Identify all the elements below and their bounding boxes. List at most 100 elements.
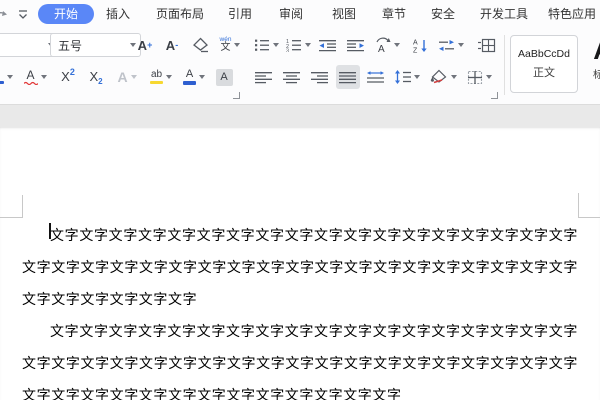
sort-button[interactable]: A Z <box>408 33 432 57</box>
chevron-down-icon <box>199 75 205 79</box>
paragraph[interactable]: 文字文字文字文字文字文字文字文字文字文字文字文字文字文字文字文字文字文字文字文字… <box>22 315 578 400</box>
plus-mark: + <box>147 39 153 50</box>
grow-font-icon: A <box>137 37 148 53</box>
margin-mark-right-horizontal <box>578 217 600 218</box>
chevron-down-icon <box>450 75 457 79</box>
decrease-indent-button[interactable] <box>316 33 340 57</box>
redo-icon[interactable] <box>0 8 11 22</box>
distribute-button[interactable] <box>364 65 388 89</box>
underline-button-partial[interactable] <box>0 65 14 89</box>
paragraph-group-dialog-launcher[interactable] <box>491 92 498 99</box>
chevron-down-icon <box>166 75 172 79</box>
increase-indent-button[interactable] <box>344 33 368 57</box>
chevron-down-icon <box>393 43 400 47</box>
chevron-down-icon <box>485 75 492 79</box>
customize-toolbar-icon[interactable] <box>17 9 29 21</box>
line-spacing-button[interactable] <box>392 65 422 89</box>
ribbon: 开始 插入 页面布局 引用 审阅 视图 章节 安全 开发工具 特色应用 五号 A… <box>0 0 600 105</box>
chevron-down-icon <box>458 43 464 47</box>
group-separator <box>504 35 505 95</box>
character-shading-button[interactable]: A <box>212 65 236 89</box>
line-spacing-icon <box>395 70 411 84</box>
shrink-font-icon: A <box>165 37 176 53</box>
sort-az-icon: A Z <box>413 39 427 53</box>
superscript-button[interactable]: X2 <box>56 65 80 89</box>
decrease-font-size-button[interactable]: A- <box>160 33 184 57</box>
chevron-down-icon <box>130 75 137 79</box>
chevron-down-icon <box>272 43 279 47</box>
font-color-icon: A <box>183 69 196 85</box>
tab-review[interactable]: 审阅 <box>277 5 305 23</box>
tab-references[interactable]: 引用 <box>226 5 254 23</box>
chevron-down-icon <box>414 75 420 79</box>
align-left-button[interactable] <box>252 65 276 89</box>
minus-mark: - <box>175 39 179 50</box>
highlight-color-button[interactable]: ab <box>146 65 176 89</box>
font-color-bar <box>183 81 196 85</box>
margin-mark-left-vertical <box>22 195 23 218</box>
justify-button[interactable] <box>336 65 360 89</box>
underline-icon <box>0 80 4 84</box>
workspace-background <box>0 105 600 127</box>
align-center-button[interactable] <box>280 65 304 89</box>
paragraph-layout-icon <box>478 38 496 52</box>
tab-section[interactable]: 章节 <box>380 5 408 23</box>
font-color-button[interactable]: A <box>179 65 209 89</box>
increase-font-size-button[interactable]: A + <box>133 33 157 57</box>
document-text-area[interactable]: 文字文字文字文字文字文字文字文字文字文字文字文字文字文字文字文字文字文字文字文字… <box>22 219 578 400</box>
margin-mark-left-horizontal <box>0 217 23 218</box>
increase-indent-icon <box>347 39 364 51</box>
svg-text:3: 3 <box>286 49 289 53</box>
style-name: 正文 <box>533 67 555 79</box>
eraser-icon <box>192 37 208 53</box>
distribute-icon <box>367 71 384 83</box>
font-size-combobox[interactable]: 五号 <box>50 33 141 57</box>
tab-home[interactable]: 开始 <box>38 4 94 24</box>
paragraph[interactable]: 文字文字文字文字文字文字文字文字文字文字文字文字文字文字文字文字文字文字文字文字… <box>22 219 578 315</box>
text-direction-icon: A <box>375 37 391 53</box>
paragraph-layout-button[interactable] <box>474 33 500 57</box>
subscript-icon: X2 <box>89 69 103 86</box>
bullets-button[interactable] <box>252 33 280 57</box>
pinyin-guide-button[interactable]: wén 文 <box>214 33 246 57</box>
subscript-button[interactable]: X2 <box>84 65 108 89</box>
borders-icon <box>467 70 482 84</box>
text-effects-icon: A <box>117 69 128 85</box>
justify-icon <box>339 71 356 83</box>
svg-text:A: A <box>378 44 385 53</box>
clear-format-button[interactable] <box>188 33 212 57</box>
superscript-icon: X2 <box>61 67 75 84</box>
style-normal[interactable]: AaBbCcDd 正文 <box>510 35 578 93</box>
numbering-button[interactable]: 1 2 3 <box>284 33 312 57</box>
numbered-list-icon: 1 2 3 <box>286 39 301 53</box>
svg-text:Z: Z <box>413 47 418 53</box>
text-effects-button[interactable]: A <box>112 65 142 89</box>
tab-special-apps[interactable]: 特色应用 <box>546 5 598 23</box>
tab-page-layout[interactable]: 页面布局 <box>152 5 208 23</box>
pinyin-icon: wén 文 <box>219 35 232 54</box>
tab-security[interactable]: 安全 <box>429 5 457 23</box>
text-cursor <box>49 223 51 239</box>
font-size-value: 五号 <box>58 38 83 53</box>
paragraph-marks-icon <box>439 39 454 51</box>
align-right-button[interactable] <box>308 65 332 89</box>
highlight-icon: ab <box>150 69 163 85</box>
chevron-down-icon <box>6 75 13 79</box>
tab-developer[interactable]: 开发工具 <box>478 5 530 23</box>
text-direction-button[interactable]: A <box>372 33 402 57</box>
wps-writer-window: 开始 插入 页面布局 引用 审阅 视图 章节 安全 开发工具 特色应用 五号 A… <box>0 0 600 400</box>
borders-button[interactable] <box>464 65 494 89</box>
chevron-down-icon <box>304 43 311 47</box>
tab-view[interactable]: 视图 <box>330 5 358 23</box>
highlight-color-bar <box>150 80 163 85</box>
ribbon-tab-bar: 开始 插入 页面布局 引用 审阅 视图 章节 安全 开发工具 特色应用 <box>0 0 600 28</box>
character-shading-icon: A <box>215 68 233 86</box>
shading-button[interactable] <box>428 65 458 89</box>
paint-bucket-icon <box>430 69 446 84</box>
align-left-icon <box>255 71 272 83</box>
font-group-dialog-launcher[interactable] <box>233 92 240 99</box>
tab-insert[interactable]: 插入 <box>104 5 132 23</box>
show-hide-marks-button[interactable] <box>436 33 466 57</box>
style-heading[interactable]: A 标题 <box>583 37 600 82</box>
wavy-underline-button[interactable]: A <box>20 65 50 89</box>
